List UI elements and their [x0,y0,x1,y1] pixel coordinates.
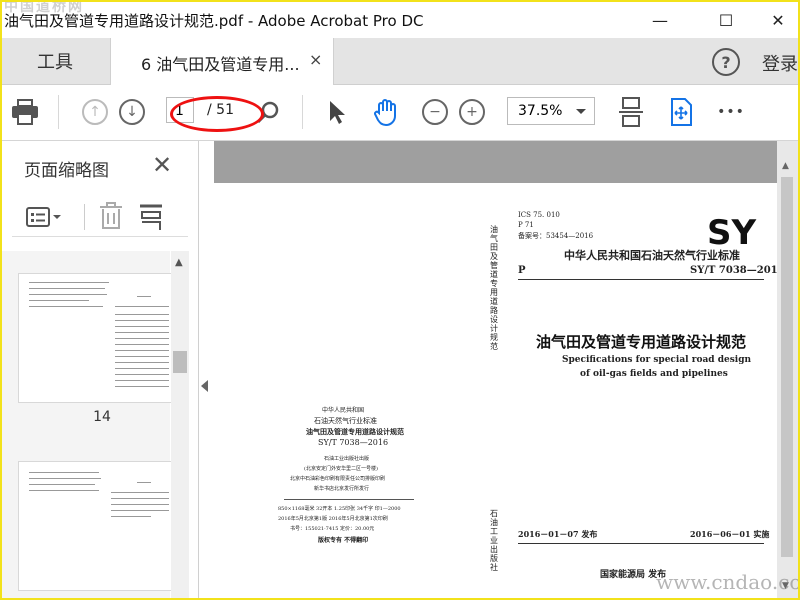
red-annotation-circle [170,96,264,132]
zoom-level-select[interactable]: 37.5% [507,97,595,125]
page-thumbnails-panel: 页面缩略图 ✕ 14 ▲ [2,141,199,598]
hand-tool-icon[interactable] [370,97,402,127]
colophon-line: 书号：155021·7415 定价：20.00元 [290,526,375,532]
page-thumbnail[interactable] [18,461,172,591]
tab-document[interactable]: 6 油气田及管道专用... × [110,38,334,85]
colophon-line: 2016年5月北京第1版 2016年5月北京第1次印刷 [278,516,388,522]
colophon-line: 新华书店北京发行所发行 [314,486,370,492]
maximize-button[interactable]: ☐ [706,8,746,32]
site-watermark-bottom: www.cndao.com [656,570,798,594]
extract-pages-icon[interactable] [138,204,164,236]
fit-page-icon[interactable] [616,97,646,127]
zoom-out-icon[interactable]: − [422,97,448,127]
colophon-line: 版权专有 不得翻印 [318,537,369,544]
panel-toolbar [12,196,188,237]
record-number: 备案号：53454—2016 [518,232,594,240]
scrollbar-thumb[interactable] [781,177,793,557]
scroll-up-icon[interactable]: ▲ [175,257,183,268]
title-bar: 油气田及管道专用道路设计规范.pdf - Adobe Acrobat Pro D… [2,2,798,38]
close-panel-icon[interactable]: ✕ [152,151,172,179]
colophon-line: SY/T 7038—2016 [318,438,389,447]
thumbnail-list: 14 [2,251,172,598]
toolbar-separator [58,95,59,129]
spine-publisher: 石油工业出版社 [490,509,498,572]
full-screen-icon[interactable] [666,97,696,127]
site-watermark-top: 中国道桥网 [4,0,84,15]
colophon-line: 850×1168毫米 32开本 1.25印张 34千字 印1—2000 [278,506,401,512]
colophon-line: 北京中石油彩色印刷有限责任公司排版印刷 [290,476,386,482]
scrollbar-thumb[interactable] [173,351,187,373]
help-icon[interactable]: ? [712,48,740,76]
print-icon[interactable] [10,97,40,127]
tab-bar: 工具 6 油气田及管道专用... × ? 登录 [2,38,798,85]
options-menu-icon[interactable] [26,206,64,232]
colophon-line: 石油天然气行业标准 [314,417,377,425]
minimize-button[interactable]: — [640,8,680,32]
login-button[interactable]: 登录 [762,50,798,76]
spine-title: 油气田及管道专用道路设计规范 [490,225,498,351]
panel-title: 页面缩略图 [24,161,109,181]
issue-date: 2016－01－07 发布 [518,529,598,539]
p-code: P 71 [518,221,534,229]
toolbar-separator [302,95,303,129]
standard-code: SY/T 7038—2016 [690,265,785,276]
pdf-page: 油气田及管道专用道路设计规范 石油工业出版社 ICS 75. 010 P 71 … [214,183,785,598]
close-tab-icon[interactable]: × [309,50,322,69]
footer-rule [518,543,764,544]
page-thumbnail[interactable] [18,273,172,403]
main-toolbar: ↑ ↓ 1 / 51 − + 37.5% ••• [2,85,798,141]
select-cursor-icon[interactable] [324,97,350,127]
document-view: 油气田及管道专用道路设计规范 石油工业出版社 ICS 75. 010 P 71 … [214,141,798,598]
document-tab-label: 6 油气田及管道专用... [141,55,300,74]
thumbnail-scrollbar[interactable]: ▲ [171,251,189,598]
chevron-down-icon [576,109,586,114]
document-title-cn: 油气田及管道专用道路设计规范 [536,333,747,351]
standard-org: 中华人民共和国石油天然气行业标准 [564,249,740,262]
colophon-line: 石油工业出版社出版 [324,456,370,462]
scroll-up-icon[interactable]: ▲ [782,161,789,171]
next-page-icon[interactable]: ↓ [119,97,145,127]
document-title-en-1: Specifications for special road design [562,355,752,365]
collapse-panel-icon[interactable] [201,380,208,392]
colophon-line: 中华人民共和国 [322,407,365,414]
header-rule [518,279,764,280]
document-scrollbar[interactable]: ▲ ▼ [777,141,798,598]
previous-page-icon[interactable]: ↑ [82,97,108,127]
p-label: P [518,265,526,276]
colophon-line: (北京安定门外安华里二区一号楼) [304,466,378,472]
document-title-en-2: of oil-gas fields and pipelines [580,369,728,379]
close-window-button[interactable]: ✕ [758,8,798,32]
trash-icon[interactable] [98,202,124,234]
more-tools-icon[interactable]: ••• [716,97,746,127]
panel-separator [84,204,85,230]
colophon-line: 油气田及管道专用道路设计规范 [306,427,404,436]
zoom-in-icon[interactable]: + [459,97,485,127]
zoom-value: 37.5% [518,103,563,119]
ics-code: ICS 75. 010 [518,211,560,219]
colophon-rule [284,499,414,500]
tab-tools[interactable]: 工具 [2,38,108,84]
acrobat-window: 油气田及管道专用道路设计规范.pdf - Adobe Acrobat Pro D… [0,0,800,600]
implementation-date: 2016－06－01 实施 [690,529,770,539]
